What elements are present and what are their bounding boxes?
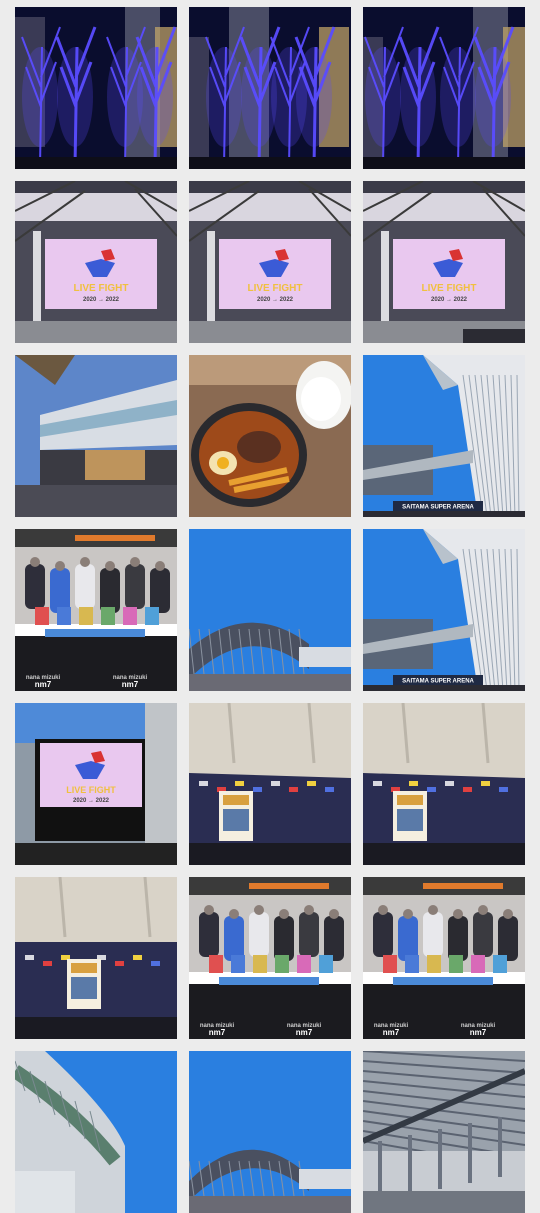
photo-thumbnail-station-canopy-1[interactable] bbox=[189, 529, 351, 691]
photo-thumbnail-saitama-super-arena-facade-2[interactable]: SAITAMA SUPER ARENA bbox=[363, 529, 525, 691]
photo-thumbnail-illumination-trees-3[interactable] bbox=[363, 7, 525, 169]
photo-image-board: LIVE FIGHT 2020 → 2022 bbox=[15, 703, 177, 865]
photo-thumbnail-merch-display-1[interactable]: nana mizuki nm7 nana mizuki nm7 bbox=[15, 529, 177, 691]
photo-thumbnail-car-models-table-1[interactable] bbox=[189, 703, 351, 865]
svg-text:2020 → 2022: 2020 → 2022 bbox=[83, 297, 120, 303]
photo-image-illumination bbox=[363, 7, 525, 169]
photo-thumbnail-illumination-trees-2[interactable] bbox=[189, 7, 351, 169]
photo-image-facade: SAITAMA SUPER ARENA bbox=[363, 355, 525, 517]
photo-grid: LIVE FIGHT 2020 → 2022 LIVE FIGHT 2020 → 20… bbox=[0, 0, 540, 1213]
svg-text:nm7: nm7 bbox=[383, 1028, 400, 1037]
svg-text:nm7: nm7 bbox=[296, 1028, 313, 1037]
photo-image-illumination bbox=[15, 7, 177, 169]
photo-image-canopy bbox=[189, 529, 351, 691]
svg-text:LIVE FIGHT: LIVE FIGHT bbox=[66, 785, 116, 795]
photo-image-cars bbox=[189, 703, 351, 865]
svg-text:nm7: nm7 bbox=[209, 1028, 226, 1037]
photo-image-concourse bbox=[363, 1051, 525, 1213]
photo-thumbnail-live-banner-screen-1[interactable]: LIVE FIGHT 2020 → 2022 bbox=[15, 181, 177, 343]
photo-image-cars bbox=[15, 877, 177, 1039]
photo-thumbnail-arena-curve-blue-sky[interactable] bbox=[15, 1051, 177, 1213]
svg-text:nm7: nm7 bbox=[470, 1028, 487, 1037]
photo-thumbnail-merch-display-2[interactable]: nana mizuki nm7 nana mizuki nm7 bbox=[189, 877, 351, 1039]
photo-image-arenaCurve bbox=[15, 1051, 177, 1213]
svg-text:nm7: nm7 bbox=[122, 680, 139, 689]
photo-image-screen: LIVE FIGHT 2020 → 2022 bbox=[15, 181, 177, 343]
svg-text:2020 → 2022: 2020 → 2022 bbox=[73, 798, 110, 804]
photo-thumbnail-saitama-super-arena-facade-1[interactable]: SAITAMA SUPER ARENA bbox=[363, 355, 525, 517]
photo-thumbnail-station-canopy-2[interactable] bbox=[189, 1051, 351, 1213]
photo-thumbnail-arena-exterior-evening[interactable] bbox=[15, 355, 177, 517]
photo-thumbnail-live-banner-screen-3[interactable]: LIVE FIGHT 2020 → 2022 bbox=[363, 181, 525, 343]
svg-text:2020 → 2022: 2020 → 2022 bbox=[431, 297, 468, 303]
photo-image-screen: LIVE FIGHT 2020 → 2022 bbox=[363, 181, 525, 343]
photo-image-cars bbox=[363, 703, 525, 865]
svg-text:2020 → 2022: 2020 → 2022 bbox=[257, 297, 294, 303]
svg-text:SAITAMA SUPER ARENA: SAITAMA SUPER ARENA bbox=[402, 505, 474, 511]
svg-text:LIVE FIGHT: LIVE FIGHT bbox=[422, 283, 477, 294]
photo-image-merch: nana mizukinm7nana mizukinm7 bbox=[15, 529, 177, 691]
photo-thumbnail-curry-meal[interactable] bbox=[189, 355, 351, 517]
photo-thumbnail-car-models-table-3[interactable] bbox=[15, 877, 177, 1039]
photo-thumbnail-car-models-table-2[interactable] bbox=[363, 703, 525, 865]
photo-image-screen: LIVE FIGHT 2020 → 2022 bbox=[189, 181, 351, 343]
photo-thumbnail-live-banner-screen-2[interactable]: LIVE FIGHT 2020 → 2022 bbox=[189, 181, 351, 343]
svg-text:nm7: nm7 bbox=[35, 680, 52, 689]
photo-thumbnail-station-concourse-roof[interactable] bbox=[363, 1051, 525, 1213]
photo-image-arena bbox=[15, 355, 177, 517]
photo-thumbnail-illumination-trees-1[interactable] bbox=[15, 7, 177, 169]
photo-image-curry bbox=[189, 355, 351, 517]
photo-thumbnail-outdoor-banner-board[interactable]: LIVE FIGHT 2020 → 2022 bbox=[15, 703, 177, 865]
svg-text:LIVE FIGHT: LIVE FIGHT bbox=[248, 283, 303, 294]
photo-image-facade: SAITAMA SUPER ARENA bbox=[363, 529, 525, 691]
photo-image-merch: nana mizukinm7nana mizukinm7 bbox=[189, 877, 351, 1039]
photo-thumbnail-merch-display-3[interactable]: nana mizuki nm7 nana mizuki nm7 bbox=[363, 877, 525, 1039]
photo-image-merch: nana mizukinm7nana mizukinm7 bbox=[363, 877, 525, 1039]
photo-image-canopy bbox=[189, 1051, 351, 1213]
svg-text:SAITAMA SUPER ARENA: SAITAMA SUPER ARENA bbox=[402, 679, 474, 685]
svg-text:LIVE FIGHT: LIVE FIGHT bbox=[74, 283, 129, 294]
photo-image-illumination bbox=[189, 7, 351, 169]
